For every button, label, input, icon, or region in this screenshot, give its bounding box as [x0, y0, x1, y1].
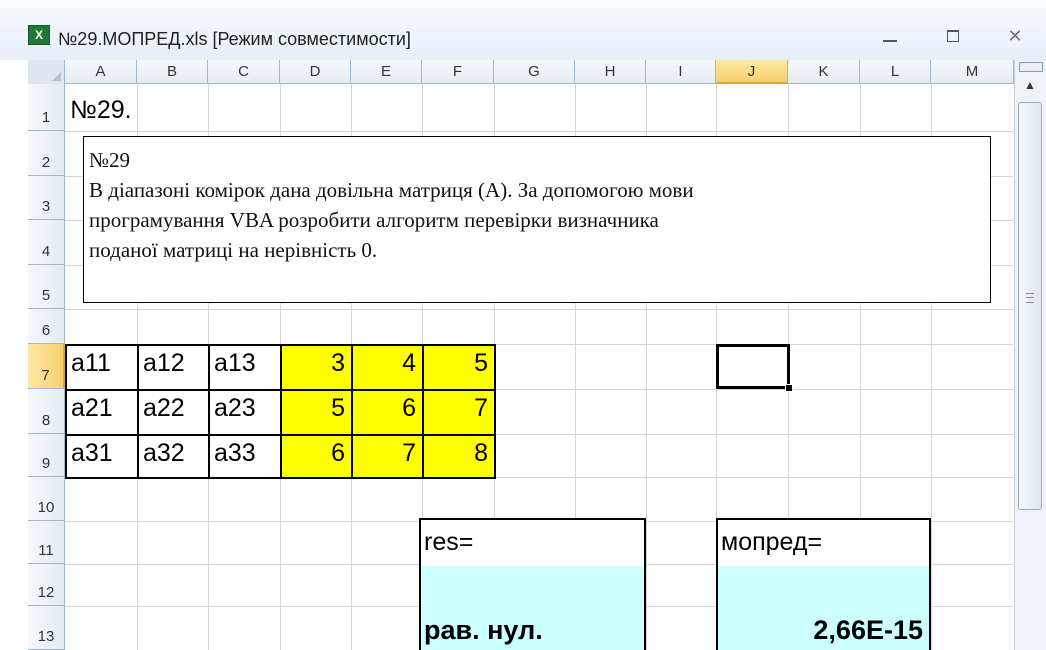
cell-f8[interactable]: 7 — [422, 389, 496, 436]
row-header-9[interactable]: 9 — [28, 434, 65, 477]
select-all-corner[interactable] — [28, 60, 65, 85]
cell-b8[interactable]: a22 — [137, 389, 210, 436]
minimize-button[interactable] — [878, 26, 900, 46]
excel-window: X №29.МОПРЕД.xls [Режим совместимости] ✕… — [0, 0, 1046, 650]
res-value: рав. нул. — [424, 615, 543, 645]
row-header-11[interactable]: 11 — [28, 521, 65, 564]
scroll-thumb[interactable] — [1018, 102, 1042, 510]
task-description-textbox[interactable]: №29 В діапазоні комірок дана довільна ма… — [83, 136, 991, 303]
cell-f7[interactable]: 5 — [422, 344, 496, 391]
cell-a7[interactable]: a11 — [65, 344, 139, 391]
cell-c9[interactable]: a33 — [208, 434, 282, 479]
title-bar: X №29.МОПРЕД.xls [Режим совместимости] ✕ — [0, 0, 1046, 61]
column-header-i[interactable]: I — [646, 60, 716, 84]
res-label: res= — [424, 528, 474, 556]
cell-c8[interactable]: a23 — [208, 389, 282, 436]
cell-d8[interactable]: 5 — [280, 389, 353, 436]
task-number-line: №29 — [89, 148, 131, 172]
column-header-g[interactable]: G — [494, 60, 575, 84]
row-header-4[interactable]: 4 — [28, 220, 65, 265]
column-header-j[interactable]: J — [716, 60, 788, 84]
column-header-c[interactable]: C — [208, 60, 280, 84]
row-header-6[interactable]: 6 — [28, 309, 65, 344]
column-header-b[interactable]: B — [137, 60, 208, 84]
row-header-2[interactable]: 2 — [28, 131, 65, 176]
cell-e9[interactable]: 7 — [351, 434, 424, 479]
cell-f9[interactable]: 8 — [422, 434, 496, 479]
column-header-d[interactable]: D — [280, 60, 351, 84]
task-text-line-1: В діапазоні комірок дана довільна матриц… — [89, 178, 694, 202]
cell-a8[interactable]: a21 — [65, 389, 139, 436]
window-left-edge — [0, 60, 28, 650]
row-header-13[interactable]: 13 — [28, 606, 65, 650]
row-header-3[interactable]: 3 — [28, 176, 65, 220]
split-handle[interactable] — [1019, 62, 1043, 72]
cell-b9[interactable]: a32 — [137, 434, 210, 479]
column-header-e[interactable]: E — [351, 60, 422, 84]
vertical-scrollbar[interactable]: ▲ — [1014, 60, 1046, 650]
maximize-button[interactable] — [942, 26, 964, 46]
cell-c7[interactable]: a13 — [208, 344, 282, 391]
row-header-7[interactable]: 7 — [28, 344, 65, 389]
column-header-m[interactable]: M — [931, 60, 1014, 84]
cell-e7[interactable]: 4 — [351, 344, 424, 391]
cell-a9[interactable]: a31 — [65, 434, 139, 479]
cell-d7[interactable]: 3 — [280, 344, 353, 391]
window-title: №29.МОПРЕД.xls [Режим совместимости] — [58, 29, 411, 49]
task-text-line-2: програмування VBA розробити алгоритм пер… — [89, 208, 659, 232]
cell-e8[interactable]: 6 — [351, 389, 424, 436]
result-box-res[interactable]: res= рав. нул. — [419, 518, 646, 650]
row-header-12[interactable]: 12 — [28, 564, 65, 606]
mopred-label: мопред= — [721, 528, 823, 556]
grip-icon — [1026, 293, 1034, 303]
cell-b7[interactable]: a12 — [137, 344, 210, 391]
column-header-f[interactable]: F — [422, 60, 494, 84]
result-box-mopred[interactable]: мопред= 2,66E-15 — [716, 518, 931, 650]
mopred-value: 2,66E-15 — [813, 615, 923, 645]
scroll-up-arrow-icon[interactable]: ▲ — [1019, 74, 1041, 96]
column-header-a[interactable]: A — [65, 60, 137, 84]
cell-a1-heading[interactable]: №29. — [70, 92, 132, 128]
excel-icon[interactable]: X — [28, 25, 50, 45]
row-header-8[interactable]: 8 — [28, 389, 65, 434]
column-header-h[interactable]: H — [575, 60, 646, 84]
row-header-1[interactable]: 1 — [28, 84, 65, 131]
column-header-k[interactable]: K — [788, 60, 860, 84]
row-header-10[interactable]: 10 — [28, 477, 65, 521]
task-text-line-3: поданої матриці на нерівність 0. — [89, 238, 378, 262]
cell-d9[interactable]: 6 — [280, 434, 353, 479]
row-header-5[interactable]: 5 — [28, 265, 65, 309]
active-cell-j7[interactable] — [716, 344, 793, 392]
column-header-l[interactable]: L — [860, 60, 931, 84]
close-button[interactable]: ✕ — [1004, 26, 1026, 46]
